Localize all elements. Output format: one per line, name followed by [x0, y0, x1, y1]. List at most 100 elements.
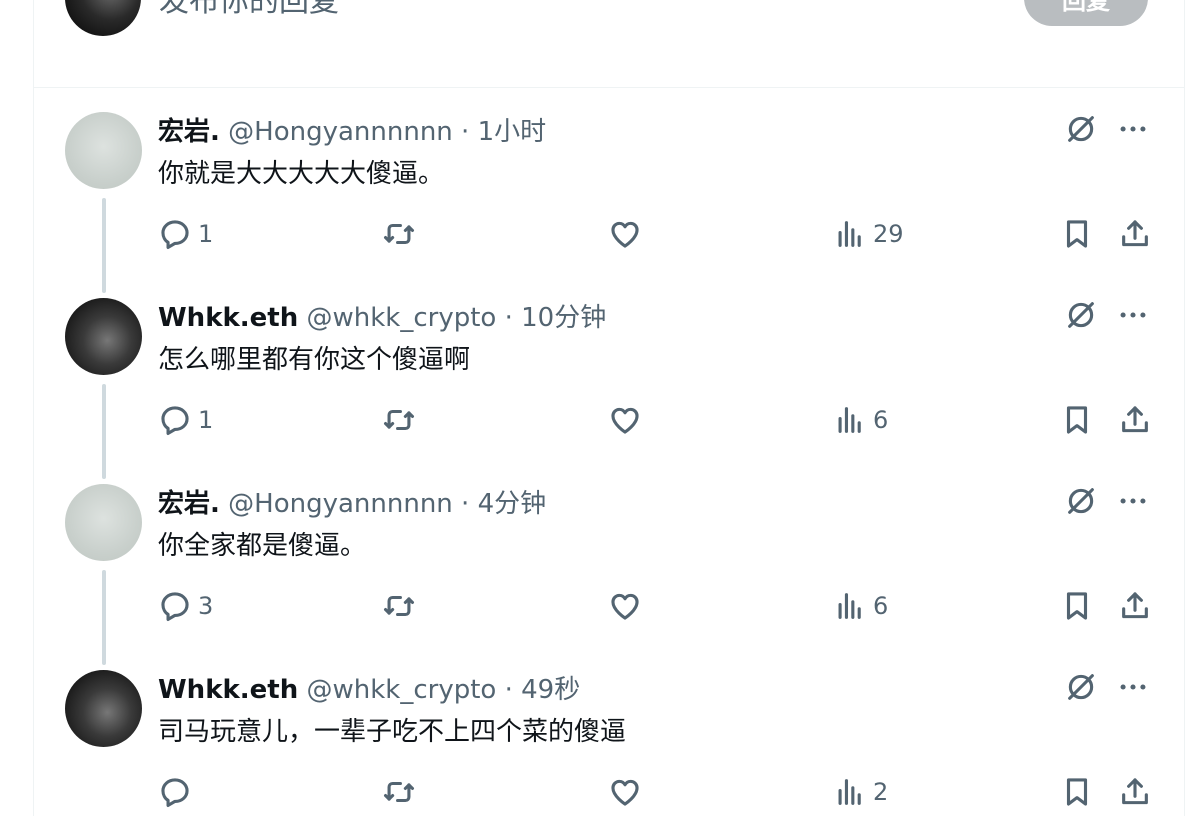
handle[interactable]: @whkk_crypto: [307, 303, 497, 333]
tweet-header: Whkk.eth @whkk_crypto · 10分钟: [158, 300, 606, 336]
views-count: 6: [873, 592, 889, 620]
grok-icon[interactable]: [1064, 298, 1098, 332]
separator: ·: [452, 117, 478, 147]
tweet-header: 宏岩. @Hongyannnnnn · 1小时: [158, 114, 546, 150]
bookmark-icon: [1066, 778, 1088, 806]
share-button[interactable]: [1118, 775, 1152, 809]
separator: ·: [496, 675, 522, 705]
reply-composer: 发布你的回复 回复: [34, 0, 1184, 88]
share-button[interactable]: [1118, 589, 1152, 623]
tweet[interactable]: Whkk.eth @whkk_crypto · 10分钟 怎么哪里都有你这个傻逼…: [34, 298, 1184, 484]
views-button[interactable]: 6: [833, 589, 888, 623]
grok-icon[interactable]: [1064, 670, 1098, 704]
separator: ·: [452, 489, 478, 519]
grok-icon[interactable]: [1064, 112, 1098, 146]
views-button[interactable]: 2: [833, 775, 888, 809]
avatar[interactable]: [65, 0, 141, 36]
views-icon: [838, 779, 861, 805]
heart-icon: [611, 779, 639, 806]
share-icon: [1122, 406, 1148, 433]
avatar[interactable]: [65, 112, 142, 189]
display-name[interactable]: 宏岩.: [158, 117, 220, 147]
handle[interactable]: @Hongyannnnnn: [228, 117, 453, 147]
reply-icon: [161, 220, 189, 250]
timestamp[interactable]: 1小时: [478, 117, 547, 147]
thread-line: [102, 384, 106, 479]
like-button[interactable]: [608, 589, 648, 623]
retweet-button[interactable]: [382, 775, 422, 809]
handle[interactable]: @Hongyannnnnn: [228, 489, 453, 519]
retweet-icon: [383, 595, 415, 617]
more-icon[interactable]: [1116, 298, 1150, 332]
page: 发布你的回复 回复 宏岩. @Hongyannnnnn · 1小时 你就是大大大…: [0, 0, 1200, 816]
tweet-text: 司马玩意儿，一辈子吃不上四个菜的傻逼: [158, 717, 627, 747]
timestamp[interactable]: 10分钟: [521, 303, 606, 333]
reply-icon: [161, 592, 189, 622]
tweet[interactable]: Whkk.eth @whkk_crypto · 49秒 司马玩意儿，一辈子吃不上…: [34, 670, 1184, 816]
tweet-text: 你就是大大大大大傻逼。: [158, 159, 445, 189]
views-icon: [838, 221, 861, 247]
share-button[interactable]: [1118, 403, 1152, 437]
display-name[interactable]: Whkk.eth: [158, 675, 298, 705]
retweet-icon: [383, 223, 415, 245]
display-name[interactable]: 宏岩.: [158, 489, 220, 519]
reply-button[interactable]: 1: [158, 403, 213, 437]
thread-line: [102, 570, 106, 665]
handle[interactable]: @whkk_crypto: [307, 675, 497, 705]
heart-icon: [611, 221, 639, 248]
retweet-button[interactable]: [382, 589, 422, 623]
tweet-header: Whkk.eth @whkk_crypto · 49秒: [158, 672, 580, 708]
avatar[interactable]: [65, 484, 142, 561]
avatar[interactable]: [65, 298, 142, 375]
share-icon: [1122, 220, 1148, 247]
reply-button[interactable]: 回复: [1024, 0, 1148, 26]
reply-button[interactable]: 3: [158, 589, 213, 623]
separator: ·: [496, 303, 522, 333]
tweet-text: 你全家都是傻逼。: [158, 531, 367, 561]
reply-count: 1: [198, 406, 214, 434]
tweet-header: 宏岩. @Hongyannnnnn · 4分钟: [158, 486, 546, 522]
bookmark-icon: [1066, 406, 1088, 434]
grok-icon[interactable]: [1064, 484, 1098, 518]
more-icon[interactable]: [1116, 670, 1150, 704]
reply-count: 3: [198, 592, 214, 620]
share-button[interactable]: [1118, 217, 1152, 251]
retweet-button[interactable]: [382, 403, 422, 437]
reply-button[interactable]: [158, 775, 198, 809]
heart-icon: [611, 407, 639, 434]
like-button[interactable]: [608, 403, 648, 437]
bookmark-button[interactable]: [1060, 775, 1094, 809]
tweet[interactable]: 宏岩. @Hongyannnnnn · 4分钟 你全家都是傻逼。 3 6: [34, 484, 1184, 670]
reply-icon: [161, 406, 189, 436]
views-icon: [838, 407, 861, 433]
views-button[interactable]: 29: [833, 217, 904, 251]
reply-icon: [161, 778, 189, 808]
reply-input[interactable]: 发布你的回复: [159, 0, 339, 20]
like-button[interactable]: [608, 217, 648, 251]
heart-icon: [611, 593, 639, 620]
bookmark-icon: [1066, 220, 1088, 248]
like-button[interactable]: [608, 775, 648, 809]
views-count: 29: [873, 220, 904, 248]
more-icon[interactable]: [1116, 112, 1150, 146]
timeline-column: 发布你的回复 回复 宏岩. @Hongyannnnnn · 1小时 你就是大大大…: [33, 0, 1185, 816]
reply-button[interactable]: 1: [158, 217, 213, 251]
retweet-icon: [383, 781, 415, 803]
views-button[interactable]: 6: [833, 403, 888, 437]
share-icon: [1122, 778, 1148, 805]
avatar[interactable]: [65, 670, 142, 747]
retweet-icon: [383, 409, 415, 431]
timestamp[interactable]: 4分钟: [478, 489, 547, 519]
share-icon: [1122, 592, 1148, 619]
retweet-button[interactable]: [382, 217, 422, 251]
more-icon[interactable]: [1116, 484, 1150, 518]
tweet[interactable]: 宏岩. @Hongyannnnnn · 1小时 你就是大大大大大傻逼。 1 29: [34, 112, 1184, 298]
bookmark-button[interactable]: [1060, 217, 1094, 251]
timestamp[interactable]: 49秒: [521, 675, 580, 705]
bookmark-button[interactable]: [1060, 403, 1094, 437]
display-name[interactable]: Whkk.eth: [158, 303, 298, 333]
bookmark-icon: [1066, 592, 1088, 620]
views-icon: [838, 593, 861, 619]
bookmark-button[interactable]: [1060, 589, 1094, 623]
reply-count: 1: [198, 220, 214, 248]
